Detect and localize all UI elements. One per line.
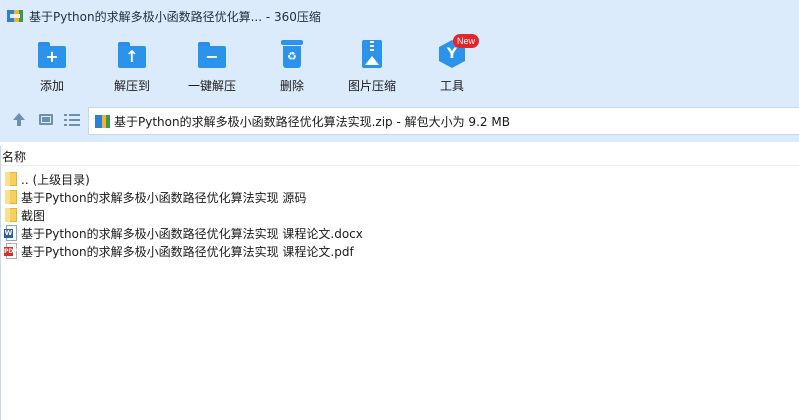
delete-label: 删除 (279, 79, 304, 93)
file-name: .. (上级目录) (21, 172, 90, 187)
add-button[interactable]: + 添加 (16, 38, 88, 98)
column-header-name[interactable]: 名称 (2, 148, 26, 165)
new-badge: New (453, 34, 479, 48)
delete-button[interactable]: ♻ 删除 (256, 38, 328, 98)
image-compress-icon (356, 38, 388, 70)
file-name: 基于Python的求解多极小函数路径优化算法实现 源码 (21, 190, 307, 205)
file-name: 基于Python的求解多极小函数路径优化算法实现 课程论文.docx (21, 226, 363, 241)
trash-icon: ♻ (276, 38, 308, 70)
folder-icon (4, 171, 18, 187)
tools-button[interactable]: Y New 工具 (416, 34, 488, 98)
up-arrow-icon[interactable] (11, 112, 27, 128)
file-list: 名称 .. (上级目录) 基于Python的求解多极小函数路径优化算法实现 源码… (0, 146, 799, 420)
list-view-icon[interactable] (64, 112, 80, 128)
add-label: 添加 (39, 79, 64, 93)
zip-archive-icon (95, 114, 110, 129)
one-click-extract-button[interactable]: − 一键解压 (176, 38, 248, 98)
list-item-screenshots-folder[interactable]: 截图 (4, 206, 363, 224)
archive-path: 基于Python的求解多极小函数路径优化算法实现.zip - 解包大小为 9.2… (114, 114, 510, 129)
thumbnail-view-icon[interactable] (38, 112, 54, 128)
list-item-docx[interactable]: W 基于Python的求解多极小函数路径优化算法实现 课程论文.docx (4, 224, 363, 242)
folder-icon (4, 207, 18, 223)
one-click-extract-label: 一键解压 (187, 79, 236, 93)
word-document-icon: W (4, 225, 18, 241)
folder-icon (4, 189, 18, 205)
image-compress-button[interactable]: 图片压缩 (336, 38, 408, 98)
file-name: 基于Python的求解多极小函数路径优化算法实现 课程论文.pdf (21, 244, 354, 259)
list-item-source-folder[interactable]: 基于Python的求解多极小函数路径优化算法实现 源码 (4, 188, 363, 206)
tools-label: 工具 (439, 79, 464, 93)
extract-to-button[interactable]: ↑ 解压到 (96, 38, 168, 98)
extract-to-folder-icon: ↑ (116, 38, 148, 70)
list-item-pdf[interactable]: PDF 基于Python的求解多极小函数路径优化算法实现 课程论文.pdf (4, 242, 363, 260)
add-folder-icon: + (36, 38, 68, 70)
header-divider (1, 165, 799, 166)
app-logo-icon (7, 8, 23, 24)
address-bar: 基于Python的求解多极小函数路径优化算法实现.zip - 解包大小为 9.2… (0, 100, 799, 142)
list-item-parent-dir[interactable]: .. (上级目录) (4, 170, 363, 188)
image-compress-label: 图片压缩 (347, 79, 396, 93)
toolbar: + 添加 ↑ 解压到 − 一键解压 ♻ 删除 图片压缩 Y New 工具 (0, 32, 799, 100)
window-title: 基于Python的求解多极小函数路径优化算... - 360压缩 (29, 9, 321, 24)
pdf-document-icon: PDF (4, 243, 18, 259)
tools-icon: Y New (436, 34, 479, 70)
file-name: 截图 (21, 208, 46, 223)
path-field[interactable]: 基于Python的求解多极小函数路径优化算法实现.zip - 解包大小为 9.2… (88, 107, 799, 135)
title-bar: 基于Python的求解多极小函数路径优化算... - 360压缩 (0, 0, 799, 32)
extract-to-label: 解压到 (113, 79, 150, 93)
one-click-extract-icon: − (196, 38, 228, 70)
